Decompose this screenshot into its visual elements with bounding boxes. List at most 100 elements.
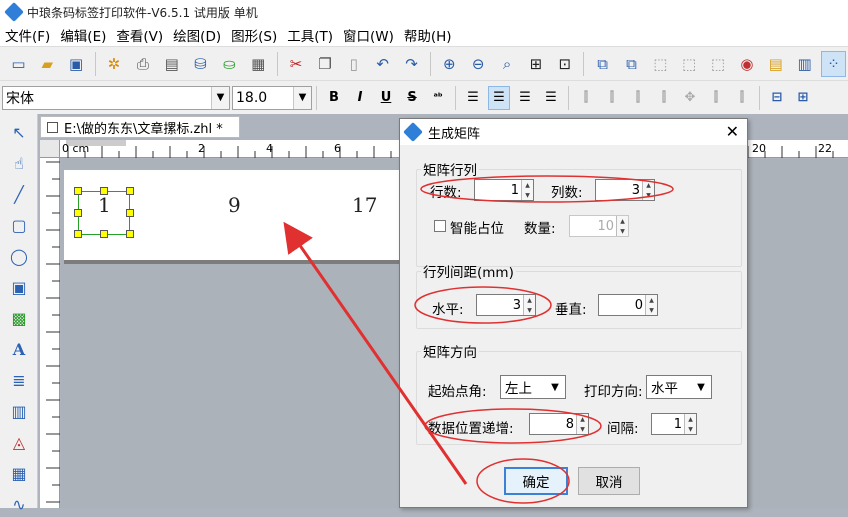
qrcode-tool-icon[interactable]: ▦: [6, 460, 32, 486]
rectangle-tool-icon[interactable]: ▢: [6, 212, 32, 238]
spin-arrows-icon[interactable]: ▲ ▼: [684, 414, 696, 434]
underline-icon[interactable]: U: [375, 86, 397, 110]
pan-icon[interactable]: ☝: [6, 150, 32, 176]
chevron-down-icon[interactable]: ▼: [293, 86, 311, 109]
resize-handle[interactable]: [126, 209, 134, 217]
resize-handle[interactable]: [100, 230, 108, 238]
fit-page-icon[interactable]: ⊞: [523, 51, 548, 77]
grid-icon[interactable]: ▦: [246, 51, 271, 77]
group-icon[interactable]: ⬚: [648, 51, 673, 77]
fit-selection-icon[interactable]: ⊡: [552, 51, 577, 77]
resize-handle[interactable]: [126, 187, 134, 195]
ellipse-tool-icon[interactable]: ◯: [6, 243, 32, 269]
menu-tools[interactable]: 工具(T): [282, 25, 338, 45]
ok-button[interactable]: 确定: [504, 467, 568, 495]
align-justify-icon[interactable]: ☰: [540, 86, 562, 110]
count-stepper[interactable]: 10 ▲ ▼: [569, 215, 629, 237]
menu-view[interactable]: 查看(V): [111, 25, 168, 45]
menu-draw[interactable]: 绘图(D): [168, 25, 226, 45]
matrix-icon[interactable]: ⁘: [821, 50, 846, 77]
resize-handle[interactable]: [74, 230, 82, 238]
settings-gear-icon[interactable]: ✲: [102, 51, 127, 77]
document-tab[interactable]: E:\做的东东\文章摞标.zhl *: [40, 116, 240, 138]
align-left-icon[interactable]: ☰: [462, 86, 484, 110]
resize-handle[interactable]: [126, 230, 134, 238]
font-size-select[interactable]: 18.0 ▼: [232, 85, 312, 110]
font-family-select[interactable]: 宋体 ▼: [2, 85, 230, 110]
increment-stepper[interactable]: 8 ▲ ▼: [529, 413, 589, 435]
interval-stepper[interactable]: 1 ▲ ▼: [651, 413, 697, 435]
rich-text-tool-icon[interactable]: ≣: [6, 367, 32, 393]
menu-help[interactable]: 帮助(H): [399, 25, 457, 45]
align-center-icon[interactable]: ☰: [488, 85, 510, 110]
send-back-icon[interactable]: ⧉: [619, 51, 644, 77]
new-window-icon[interactable]: ▭: [6, 51, 31, 77]
align-obj-middle-icon[interactable]: ✥: [679, 86, 701, 110]
text-tool-icon[interactable]: A: [6, 336, 32, 362]
italic-icon[interactable]: I: [349, 86, 371, 110]
distribute-icon[interactable]: ⫿: [731, 86, 753, 110]
close-icon[interactable]: ✕: [726, 122, 739, 141]
redo-icon[interactable]: ↷: [399, 51, 424, 77]
vertical-stepper[interactable]: 0 ▲ ▼: [598, 294, 658, 316]
align-right-icon[interactable]: ☰: [514, 86, 536, 110]
label-cell-text[interactable]: 17: [352, 193, 377, 217]
ungroup-all-icon[interactable]: ⬚: [706, 51, 731, 77]
chevron-down-icon[interactable]: ▼: [545, 376, 565, 398]
cols-stepper[interactable]: 3 ▲ ▼: [595, 179, 655, 201]
print-direction-select[interactable]: 水平 ▼: [646, 375, 712, 399]
menu-shape[interactable]: 图形(S): [226, 25, 282, 45]
resize-handle[interactable]: [74, 209, 82, 217]
menu-edit[interactable]: 编辑(E): [55, 25, 111, 45]
line-tool-icon[interactable]: ╱: [6, 181, 32, 207]
properties-icon[interactable]: ▥: [792, 51, 817, 77]
bring-front-icon[interactable]: ⧉: [590, 51, 615, 77]
picture-tool-icon[interactable]: ▩: [6, 305, 32, 331]
menu-file[interactable]: 文件(F): [0, 25, 55, 45]
zoom-in-icon[interactable]: ⊕: [437, 51, 462, 77]
align-obj-top-icon[interactable]: ⫿: [653, 86, 675, 110]
bold-icon[interactable]: B: [323, 86, 345, 110]
spin-arrows-icon[interactable]: ▲ ▼: [616, 216, 628, 236]
align-obj-center-icon[interactable]: ⫿: [601, 86, 623, 110]
undo-icon[interactable]: ↶: [370, 51, 395, 77]
spin-arrows-icon[interactable]: ▲ ▼: [645, 295, 657, 315]
strikethrough-icon[interactable]: S: [401, 86, 423, 110]
spin-arrows-icon[interactable]: ▲ ▼: [523, 295, 535, 315]
preview-eye-icon[interactable]: ◉: [734, 51, 759, 77]
spin-arrows-icon[interactable]: ▲ ▼: [521, 180, 533, 200]
open-folder-icon[interactable]: ▰: [35, 51, 60, 77]
spin-arrows-icon[interactable]: ▲ ▼: [642, 180, 654, 200]
database-icon[interactable]: ⛁: [188, 51, 213, 77]
barcode-tool-icon[interactable]: ▥: [6, 398, 32, 424]
chevron-down-icon[interactable]: ▼: [691, 376, 711, 398]
horizontal-stepper[interactable]: 3 ▲ ▼: [476, 294, 536, 316]
center-horizontal-icon[interactable]: ⊟: [766, 86, 788, 110]
layer-icon[interactable]: ▤: [763, 51, 788, 77]
label-cell-text[interactable]: 9: [228, 193, 241, 217]
resize-handle[interactable]: [74, 187, 82, 195]
paste-icon[interactable]: ▯: [341, 51, 366, 77]
align-obj-left-icon[interactable]: ⫿: [575, 86, 597, 110]
zoom-out-icon[interactable]: ⊖: [466, 51, 491, 77]
ungroup-icon[interactable]: ⬚: [677, 51, 702, 77]
copy-icon[interactable]: ❐: [313, 51, 338, 77]
chevron-down-icon[interactable]: ▼: [211, 86, 229, 109]
align-obj-bottom-icon[interactable]: ⫿: [705, 86, 727, 110]
cancel-button[interactable]: 取消: [578, 467, 640, 495]
smart-placeholder-checkbox[interactable]: [434, 220, 446, 232]
save-icon[interactable]: ▣: [64, 51, 89, 77]
text-style-icon[interactable]: ᵃᵇ: [427, 86, 449, 110]
cut-icon[interactable]: ✂: [284, 51, 309, 77]
rows-stepper[interactable]: 1 ▲ ▼: [474, 179, 534, 201]
label-cell-text[interactable]: 1: [98, 193, 111, 217]
shape-tool-icon[interactable]: ◬: [6, 429, 32, 455]
pointer-icon[interactable]: ↖: [6, 119, 32, 145]
print-icon[interactable]: ⎙: [130, 51, 155, 77]
database-connect-icon[interactable]: ⛀: [217, 51, 242, 77]
start-corner-select[interactable]: 左上 ▼: [500, 375, 566, 399]
zoom-icon[interactable]: ⌕: [495, 51, 520, 77]
center-vertical-icon[interactable]: ⊞: [792, 86, 814, 110]
curve-tool-icon[interactable]: ∿: [6, 491, 32, 517]
image-tool-icon[interactable]: ▣: [6, 274, 32, 300]
